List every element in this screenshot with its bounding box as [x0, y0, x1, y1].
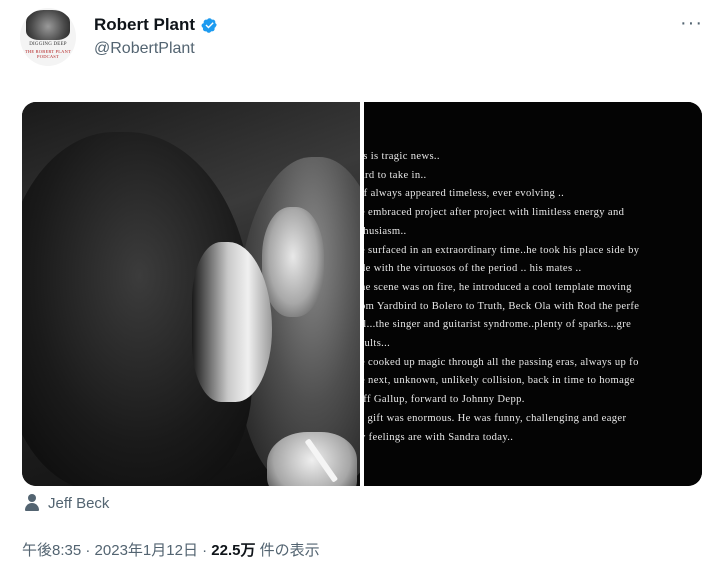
statement-line: s gift was enormous. He was funny, chall…	[364, 412, 627, 424]
meta-separator: ·	[197, 542, 212, 559]
tagged-person[interactable]: Jeff Beck	[24, 494, 109, 512]
media-photo[interactable]	[22, 102, 360, 486]
statement-line: ff always appeared timeless, ever evolvi…	[364, 188, 565, 200]
statement-line: iff Gallup, forward to Johnny Depp.	[364, 394, 525, 406]
statement-line: de with the virtuosos of the period .. h…	[364, 263, 582, 275]
statement-line: e embraced project after project with li…	[364, 207, 625, 219]
person-icon	[24, 494, 40, 512]
tweet-media[interactable]: is is tragic news.. ard to take in.. ff …	[22, 102, 702, 486]
statement-text: is is tragic news.. ard to take in.. ff …	[364, 148, 639, 447]
statement-line: e surfaced in an extraordinary time..he …	[364, 244, 640, 256]
more-dots-icon[interactable]: ···	[680, 12, 703, 35]
statement-line: sults...	[364, 338, 391, 350]
avatar-photo	[26, 10, 70, 40]
statement-line: e next, unknown, unlikely collision, bac…	[364, 375, 635, 387]
statement-line: e cooked up magic through all the passin…	[364, 356, 639, 368]
tagged-person-name[interactable]: Jeff Beck	[48, 495, 109, 512]
tweet-time[interactable]: 午後8:35	[22, 542, 81, 559]
meta-separator: ·	[81, 542, 95, 559]
avatar-text-top: DIGGING DEEP	[29, 42, 67, 47]
author-handle[interactable]: @RobertPlant	[94, 40, 195, 58]
view-count-label: 件の表示	[255, 542, 320, 559]
author-display-name[interactable]: Robert Plant	[94, 15, 195, 35]
media-statement-image[interactable]: is is tragic news.. ard to take in.. ff …	[364, 102, 702, 486]
avatar-text-bottom: THE ROBERT PLANT PODCAST	[24, 49, 72, 59]
tweet-date[interactable]: 2023年1月12日	[95, 542, 198, 559]
statement-line: thusiasm..	[364, 225, 407, 237]
verified-badge-icon[interactable]	[201, 17, 218, 34]
statement-line: ne scene was on fire, he introduced a co…	[364, 281, 632, 293]
author-name-row: Robert Plant	[94, 15, 218, 35]
statement-line: is is tragic news..	[364, 151, 440, 162]
statement-line: y feelings are with Sandra today..	[364, 431, 514, 443]
statement-line: om Yardbird to Bolero to Truth, Beck Ola…	[364, 300, 640, 312]
statement-line: ard to take in..	[364, 169, 427, 181]
statement-line: il...the singer and guitarist syndrome..…	[364, 319, 632, 331]
tweet-meta: 午後8:35 · 2023年1月12日 · 22.5万 件の表示	[22, 539, 320, 560]
view-count: 22.5万	[211, 542, 256, 559]
avatar[interactable]: DIGGING DEEP THE ROBERT PLANT PODCAST	[20, 8, 76, 66]
